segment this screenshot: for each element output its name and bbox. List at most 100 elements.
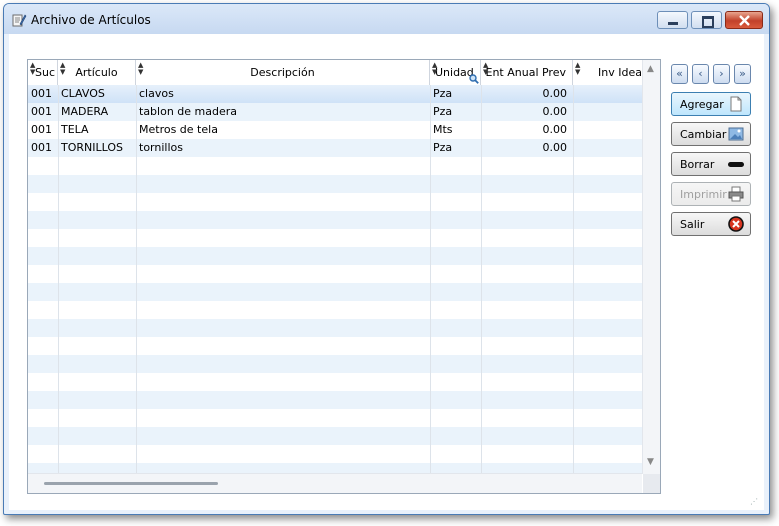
- search-icon[interactable]: [469, 74, 479, 84]
- column-divider: [573, 85, 574, 493]
- empty-table-row[interactable]: [28, 157, 642, 175]
- nav-prev-button[interactable]: ‹: [692, 64, 709, 84]
- empty-table-row[interactable]: [28, 373, 642, 391]
- empty-table-row[interactable]: [28, 229, 642, 247]
- cell-descripcion: clavos: [139, 87, 174, 100]
- sort-arrows-icon: ▲ ▼: [138, 61, 144, 76]
- empty-table-row[interactable]: [28, 193, 642, 211]
- column-header-ent-anual-prev[interactable]: ▲ ▼ Ent Anual Prev: [481, 60, 573, 85]
- minimize-icon: [668, 22, 678, 25]
- imprimir-button[interactable]: Imprimir: [671, 182, 751, 206]
- cell-articulo: MADERA: [61, 105, 109, 118]
- maximize-button[interactable]: [691, 11, 722, 29]
- cell-articulo: CLAVOS: [61, 87, 105, 100]
- horizontal-scroll-thumb[interactable]: [44, 482, 218, 485]
- cell-ent-anual-prev: 0.00: [542, 141, 568, 154]
- empty-table-row[interactable]: [28, 247, 642, 265]
- table-row[interactable]: 001 CLAVOS clavos Pza 0.00: [28, 85, 642, 103]
- close-button[interactable]: [725, 11, 763, 29]
- articulos-window: Archivo de Artículos ▲ ▼ Suc ▲ ▼ Artículo: [3, 3, 770, 515]
- borrar-label: Borrar: [680, 158, 715, 171]
- sort-arrows-icon: ▲ ▼: [432, 61, 438, 76]
- empty-table-row[interactable]: [28, 283, 642, 301]
- empty-table-row[interactable]: [28, 175, 642, 193]
- column-header-label: Artículo: [75, 66, 118, 79]
- borrar-button[interactable]: Borrar: [671, 152, 751, 176]
- agregar-label: Agregar: [680, 98, 724, 111]
- printer-icon: [728, 186, 744, 202]
- exit-x-icon: [728, 216, 744, 232]
- table-row[interactable]: 001 MADERA tablon de madera Pza 0.00: [28, 103, 642, 121]
- column-header-suc[interactable]: ▲ ▼ Suc: [28, 60, 58, 85]
- column-header-unidad[interactable]: ▲ ▼ Unidad: [430, 60, 481, 85]
- salir-button[interactable]: Salir: [671, 212, 751, 236]
- resize-grip-icon[interactable]: ⋰: [750, 497, 760, 507]
- nav-next-button[interactable]: ›: [713, 64, 730, 84]
- table-row[interactable]: 001 TELA Metros de tela Mts 0.00: [28, 121, 642, 139]
- cell-descripcion: tablon de madera: [139, 105, 238, 118]
- cell-unidad: Pza: [433, 141, 453, 154]
- column-header-label: Descripción: [250, 66, 315, 79]
- cell-articulo: TELA: [61, 123, 89, 136]
- sort-arrows-icon: ▲ ▼: [483, 61, 489, 76]
- sort-arrows-icon: ▲ ▼: [60, 61, 66, 76]
- window-title: Archivo de Artículos: [31, 13, 151, 27]
- cell-suc: 001: [31, 141, 52, 154]
- empty-table-row[interactable]: [28, 337, 642, 355]
- column-header-inv-idea[interactable]: ▲ ▼ Inv Idea: [573, 60, 642, 85]
- edit-picture-icon: [728, 127, 744, 141]
- empty-table-row[interactable]: [28, 391, 642, 409]
- salir-label: Salir: [680, 218, 705, 231]
- articulos-grid[interactable]: ▲ ▼ Suc ▲ ▼ Artículo ▲ ▼ Descripción ▲ ▼ Uni…: [27, 59, 661, 494]
- new-document-icon: [730, 96, 742, 112]
- cell-suc: 001: [31, 105, 52, 118]
- column-header-descripcion[interactable]: ▲ ▼ Descripción: [136, 60, 430, 85]
- column-header-label: Inv Idea: [598, 66, 642, 79]
- cell-unidad: Pza: [433, 105, 453, 118]
- empty-table-row[interactable]: [28, 301, 642, 319]
- cambiar-button[interactable]: Cambiar: [671, 122, 751, 146]
- empty-table-row[interactable]: [28, 445, 642, 463]
- title-bar[interactable]: Archivo de Artículos: [4, 4, 769, 34]
- document-pencil-icon: [12, 14, 27, 27]
- column-header-label: Unidad: [435, 66, 474, 79]
- column-divider: [58, 85, 59, 493]
- column-header-articulo[interactable]: ▲ ▼ Artículo: [58, 60, 136, 85]
- cell-articulo: TORNILLOS: [61, 141, 123, 154]
- cell-suc: 001: [31, 123, 52, 136]
- client-area: ▲ ▼ Suc ▲ ▼ Artículo ▲ ▼ Descripción ▲ ▼ Uni…: [9, 34, 764, 510]
- column-divider: [430, 85, 431, 493]
- column-divider: [481, 85, 482, 493]
- scroll-down-arrow-icon[interactable]: ▼: [647, 457, 654, 467]
- cell-unidad: Mts: [433, 123, 453, 136]
- empty-table-row[interactable]: [28, 409, 642, 427]
- scroll-corner: [643, 474, 660, 493]
- cell-descripcion: tornillos: [139, 141, 183, 154]
- grid-rows: 001 CLAVOS clavos Pza 0.00 001 MADERA tablon de…: [28, 85, 642, 493]
- cell-ent-anual-prev: 0.00: [542, 105, 568, 118]
- minus-icon: [728, 162, 744, 167]
- cell-ent-anual-prev: 0.00: [542, 87, 568, 100]
- restore-icon: [702, 16, 714, 28]
- horizontal-scrollbar[interactable]: [28, 473, 642, 493]
- grid-header: ▲ ▼ Suc ▲ ▼ Artículo ▲ ▼ Descripción ▲ ▼ Uni…: [28, 60, 642, 86]
- sort-arrows-icon: ▲ ▼: [575, 61, 581, 76]
- empty-table-row[interactable]: [28, 355, 642, 373]
- minimize-button[interactable]: [657, 11, 688, 29]
- empty-table-row[interactable]: [28, 265, 642, 283]
- nav-last-button[interactable]: »: [734, 64, 751, 84]
- cell-descripcion: Metros de tela: [139, 123, 218, 136]
- cell-unidad: Pza: [433, 87, 453, 100]
- scroll-up-arrow-icon[interactable]: ▲: [647, 64, 654, 74]
- column-header-label: Ent Anual Prev: [485, 66, 567, 79]
- sort-arrows-icon: ▲ ▼: [30, 61, 36, 76]
- vertical-scrollbar[interactable]: ▲ ▼: [642, 60, 660, 474]
- empty-table-row[interactable]: [28, 211, 642, 229]
- close-icon: [739, 15, 750, 26]
- empty-table-row[interactable]: [28, 427, 642, 445]
- nav-first-button[interactable]: «: [671, 64, 688, 84]
- empty-table-row[interactable]: [28, 319, 642, 337]
- agregar-button[interactable]: Agregar: [671, 92, 751, 116]
- cell-ent-anual-prev: 0.00: [542, 123, 568, 136]
- table-row[interactable]: 001 TORNILLOS tornillos Pza 0.00: [28, 139, 642, 157]
